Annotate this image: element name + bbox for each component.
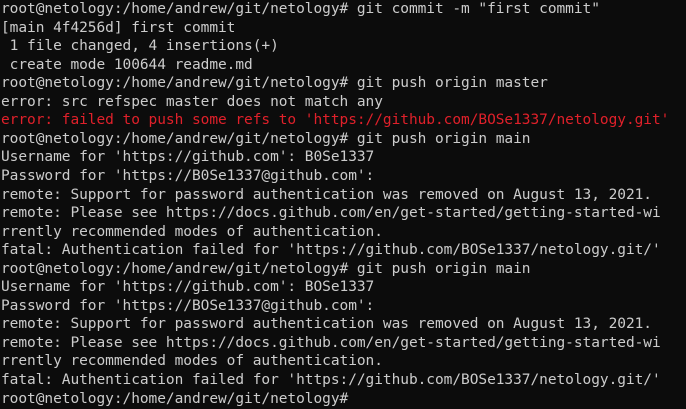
terminal-line: 1 file changed, 4 insertions(+)	[1, 38, 279, 55]
terminal-line: remote: Please see https://docs.github.c…	[1, 205, 661, 222]
terminal-line: create mode 100644 readme.md	[1, 56, 253, 73]
terminal-line: rrently recommended modes of authenticat…	[1, 353, 383, 370]
terminal-line: remote: Support for password authenticat…	[1, 186, 652, 203]
terminal-line: Username for 'https://github.com': B0Se1…	[1, 149, 375, 166]
terminal-line: error: src refspec master does not match…	[1, 93, 383, 110]
terminal-line: remote: Support for password authenticat…	[1, 316, 652, 333]
terminal-line: remote: Please see https://docs.github.c…	[1, 334, 661, 351]
terminal-line: Password for 'https://BOSe1337@github.co…	[1, 297, 375, 314]
terminal-line: root@netology:/home/andrew/git/netology#	[1, 390, 349, 407]
terminal-window[interactable]: root@netology:/home/andrew/git/netology#…	[0, 0, 686, 409]
terminal-error-line: error: failed to push some refs to 'http…	[1, 112, 670, 129]
terminal-line: root@netology:/home/andrew/git/netology#…	[1, 260, 531, 277]
terminal-line: fatal: Authentication failed for 'https:…	[1, 242, 661, 259]
terminal-line: rrently recommended modes of authenticat…	[1, 223, 383, 240]
terminal-line: [main 4f4256d] first commit	[1, 19, 236, 36]
terminal-line: Username for 'https://github.com': BOSe1…	[1, 279, 375, 296]
terminal-line: root@netology:/home/andrew/git/netology#…	[1, 130, 531, 147]
terminal-line: root@netology:/home/andrew/git/netology#…	[1, 1, 600, 17]
terminal-line: fatal: Authentication failed for 'https:…	[1, 372, 661, 388]
terminal-line: root@netology:/home/andrew/git/netology#…	[1, 75, 548, 92]
terminal-line: Password for 'https://B0Se1337@github.co…	[1, 167, 375, 184]
